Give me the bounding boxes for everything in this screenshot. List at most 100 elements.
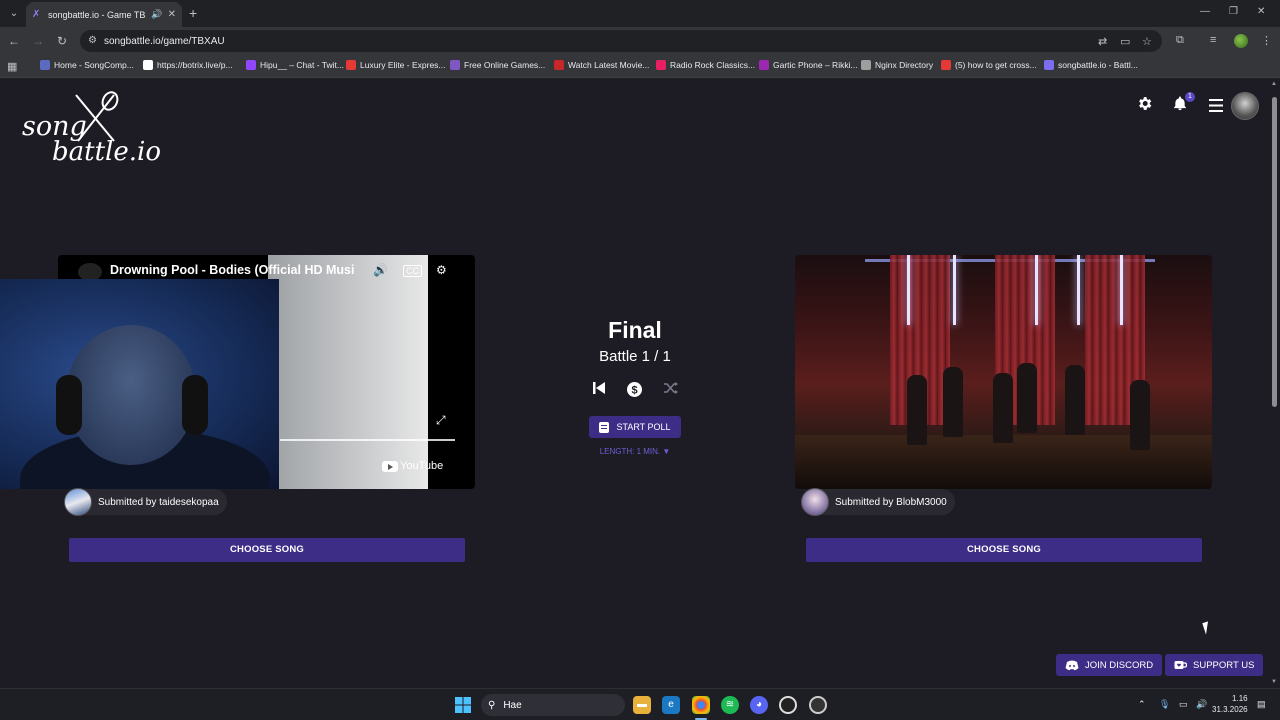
bookmark-label: (5) how to get cross... [955, 60, 1037, 70]
file-explorer-icon[interactable]: ▬ [633, 696, 651, 714]
bookmark-item[interactable]: Watch Latest Movie... [554, 60, 649, 70]
bookmark-favicon-icon [759, 60, 769, 70]
browser-tab[interactable]: ✗ songbattle.io - Game TBXAU 🔊 ✕ [26, 2, 182, 27]
search-icon: ⚲ [488, 699, 496, 711]
profile-avatar[interactable] [1234, 34, 1248, 48]
bookmark-item[interactable]: Hipu__ – Chat - Twit... [246, 60, 344, 70]
video-progress-bar[interactable] [280, 439, 455, 441]
support-us-button[interactable]: SUPPORT US [1165, 654, 1264, 676]
youtube-logo[interactable]: YouTube [382, 460, 443, 472]
captions-icon[interactable]: CC [403, 265, 422, 277]
edge-icon[interactable]: e [662, 696, 680, 714]
forward-icon[interactable]: → [30, 34, 46, 48]
mouse-cursor [1202, 621, 1212, 635]
submitter-text: Submitted by BlobM3000 [835, 496, 947, 508]
bookmark-label: Luxury Elite - Expres... [360, 60, 446, 70]
bookmark-label: Hipu__ – Chat - Twit... [260, 60, 344, 70]
tray-chevron-icon[interactable]: ⌃ [1138, 699, 1146, 710]
fullscreen-icon[interactable]: ⤢ [436, 413, 446, 428]
right-video-player[interactable] [795, 255, 1212, 489]
right-choose-song-button[interactable]: CHOOSE SONG [806, 538, 1202, 562]
tab-audio-icon[interactable]: 🔊 [151, 9, 162, 20]
bookmark-item[interactable]: Luxury Elite - Expres... [346, 60, 446, 70]
speaker-icon[interactable]: 🔊 [1196, 699, 1207, 710]
left-choose-song-button[interactable]: CHOOSE SONG [69, 538, 465, 562]
discord-taskbar-icon[interactable]: ◕ [750, 696, 768, 714]
webcam-overlay [0, 279, 279, 489]
minimize-icon[interactable]: — [1200, 6, 1210, 17]
settings-gear-icon[interactable] [1136, 95, 1153, 112]
bookmark-item[interactable]: https://botrix.live/p... [143, 60, 233, 70]
bookmark-favicon-icon [40, 60, 50, 70]
tab-search-icon[interactable]: ⌄ [6, 6, 22, 22]
taskbar-search[interactable]: ⚲ Hae [481, 694, 625, 716]
video-title[interactable]: Drowning Pool - Bodies (Official HD Musi… [110, 263, 355, 277]
logo-battle: battle.io [52, 137, 161, 167]
bookmark-star-icon[interactable]: ☆ [1142, 35, 1152, 48]
notifications-center-icon[interactable]: ▤ [1257, 699, 1266, 710]
bookmark-item[interactable]: Gartic Phone – Rikki... [759, 60, 858, 70]
bookmark-item[interactable]: Free Online Games... [450, 60, 545, 70]
page-scrollbar[interactable]: ▲ ▼ [1270, 79, 1280, 688]
bookmark-favicon-icon [246, 60, 256, 70]
join-discord-button[interactable]: JOIN DISCORD [1056, 654, 1163, 676]
coin-icon[interactable]: $ [626, 381, 643, 398]
translate-icon[interactable]: ⇄ [1098, 35, 1107, 48]
extensions-icon[interactable]: ⧉ [1176, 34, 1184, 47]
support-us-label: SUPPORT US [1193, 659, 1255, 671]
bookmark-item[interactable]: (5) how to get cross... [941, 60, 1037, 70]
taskbar-clock[interactable]: 1.16 31.3.2026 [1212, 693, 1248, 715]
clock-date: 31.3.2026 [1212, 705, 1248, 714]
windows-start-icon[interactable] [455, 697, 471, 713]
bookmark-label: Radio Rock Classics... [670, 60, 756, 70]
start-poll-button[interactable]: START POLL [589, 416, 681, 438]
microphone-icon[interactable]: 🎙 [1159, 699, 1170, 710]
restore-icon[interactable]: ❐ [1229, 6, 1238, 17]
bookmark-item[interactable]: Home - SongComp... [40, 60, 134, 70]
site-info-icon[interactable]: ⚙ [88, 35, 97, 46]
bookmark-label: Home - SongComp... [54, 60, 134, 70]
media-control-icon[interactable]: ≡ [1210, 34, 1216, 46]
scroll-thumb[interactable] [1272, 97, 1277, 407]
obs-icon[interactable] [779, 696, 797, 714]
reload-icon[interactable]: ↻ [54, 34, 70, 48]
browser-toolbar: ← → ↻ ⚙ songbattle.io/game/TBXAU ⇄ ▭ ☆ ⧉… [0, 27, 1280, 56]
taskbar-search-text: Hae [503, 699, 522, 711]
address-bar[interactable]: ⚙ songbattle.io/game/TBXAU ⇄ ▭ ☆ [80, 30, 1162, 52]
user-avatar[interactable] [1231, 92, 1259, 120]
chrome-menu-icon[interactable]: ⋮ [1261, 34, 1272, 47]
chrome-icon[interactable] [692, 696, 710, 714]
bookmark-item[interactable]: songbattle.io - Battl... [1044, 60, 1138, 70]
bookmark-item[interactable]: Nginx Directory [861, 60, 933, 70]
url-text[interactable]: songbattle.io/game/TBXAU [104, 36, 225, 47]
tab-close-icon[interactable]: ✕ [168, 9, 176, 20]
shuffle-icon[interactable] [663, 381, 679, 395]
svg-text:$: $ [631, 385, 637, 397]
bookmark-favicon-icon [1044, 60, 1054, 70]
submitter-text: Submitted by taidesekopaa [98, 496, 219, 508]
video-settings-icon[interactable]: ⚙ [436, 263, 447, 277]
bookmark-item[interactable]: Radio Rock Classics... [656, 60, 755, 70]
cast-icon[interactable]: ▭ [1120, 35, 1130, 48]
back-icon[interactable]: ← [6, 34, 22, 48]
submitter-avatar [801, 488, 829, 516]
songbattle-logo[interactable]: song battle.io [20, 89, 161, 169]
spotify-icon[interactable]: ≋ [721, 696, 739, 714]
discord-icon [1065, 660, 1079, 670]
bookmark-favicon-icon [143, 60, 153, 70]
previous-icon[interactable] [592, 381, 606, 395]
network-icon[interactable]: ▭ [1179, 699, 1188, 710]
apps-grid-icon[interactable]: ▦ [7, 60, 17, 73]
length-dropdown[interactable]: LENGTH: 1 MIN. ▼ [575, 447, 695, 456]
volume-icon[interactable]: 🔊 [373, 263, 388, 277]
bookmark-label: Watch Latest Movie... [568, 60, 650, 70]
notification-badge: 1 [1185, 92, 1195, 102]
hamburger-menu-icon [1209, 99, 1223, 112]
new-tab-icon[interactable]: + [189, 5, 197, 21]
close-window-icon[interactable]: ✕ [1257, 6, 1265, 17]
battle-counter: Battle 1 / 1 [599, 348, 671, 365]
steam-icon[interactable] [809, 696, 827, 714]
bookmark-label: songbattle.io - Battl... [1058, 60, 1138, 70]
submitter-avatar [64, 488, 92, 516]
bookmarks-bar: ▦ Home - SongComp... https://botrix.live/… [0, 56, 1280, 78]
